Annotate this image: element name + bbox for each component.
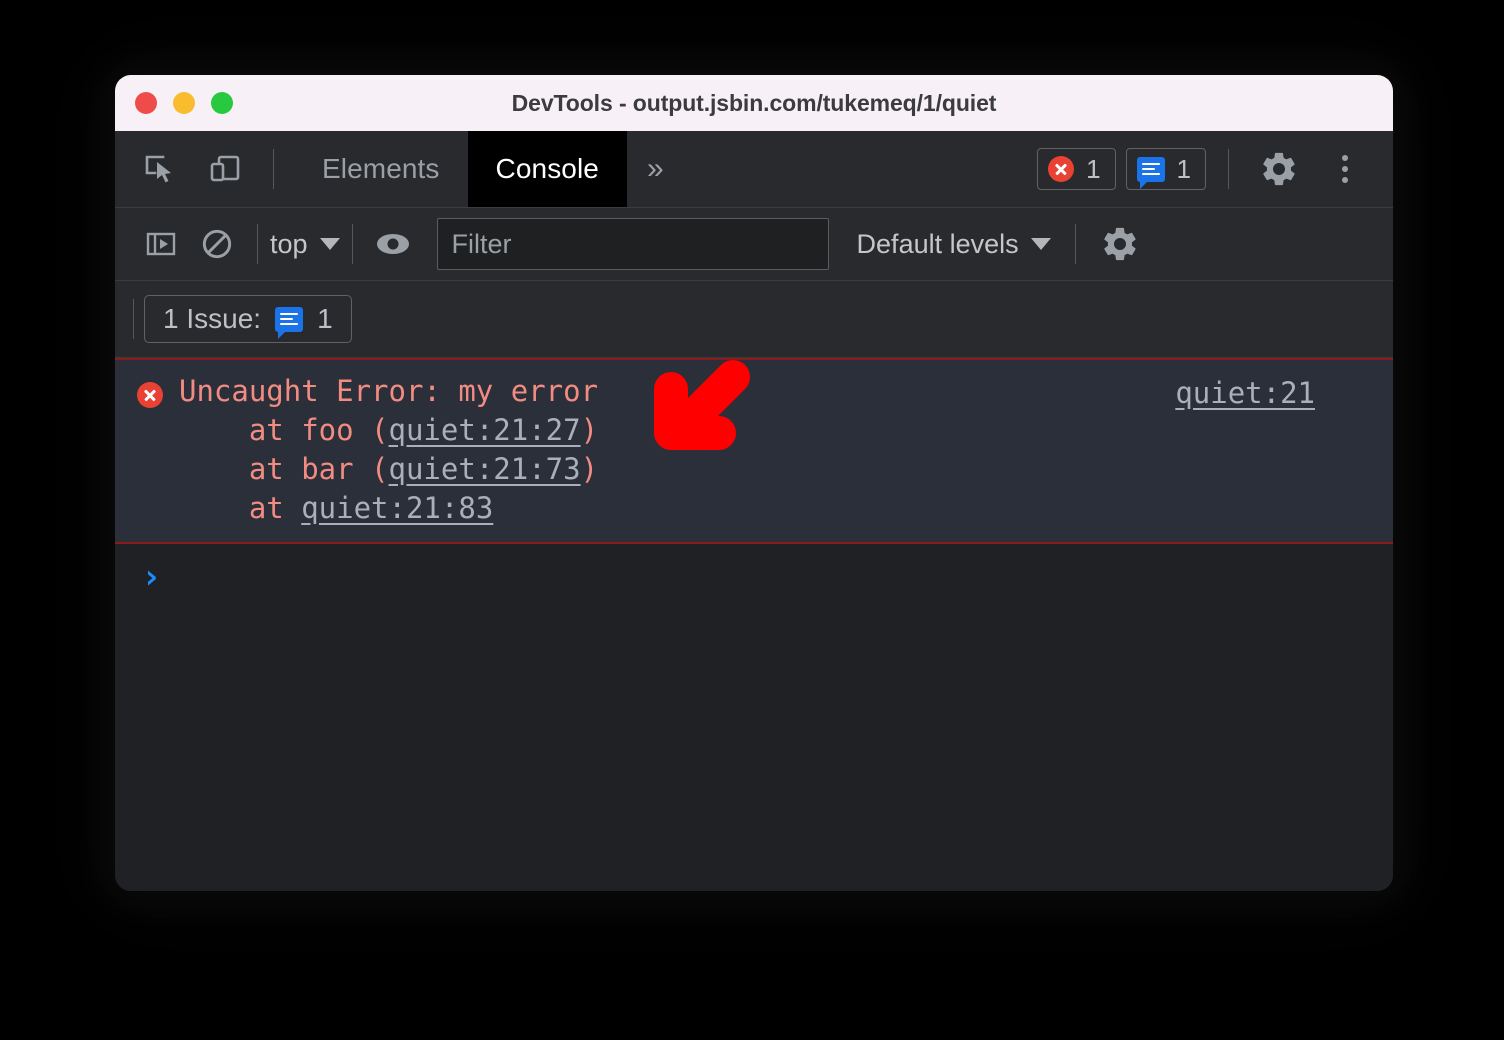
console-settings-button[interactable] [1092,216,1148,272]
device-toolbar-button[interactable] [197,141,253,197]
chevron-down-icon [1030,238,1051,250]
stack-frame-0-prefix: at foo ( [179,413,389,447]
gear-icon [1103,227,1136,261]
console-toolbar-divider-2 [351,224,353,264]
gear-icon [1263,152,1295,186]
execution-context-label: top [270,228,308,259]
stack-frame-1-suffix: ) [580,452,599,486]
console-toolbar-divider-1 [257,224,258,264]
console-error-text: Uncaught Error: my error at foo (quiet:2… [179,372,598,528]
devtools-menu-button[interactable] [1317,141,1373,197]
console-sidebar-icon [146,232,176,256]
log-level-selector[interactable]: Default levels [857,229,1051,260]
more-vertical-icon [1342,155,1348,183]
tab-console[interactable]: Console [467,131,627,207]
inspect-element-icon [145,155,171,183]
clear-console-icon [202,229,232,259]
clear-console-button[interactable] [189,216,245,272]
live-expression-icon [376,234,409,254]
zoom-window-button[interactable] [211,92,233,114]
stack-frame-1-prefix: at bar ( [179,452,389,486]
console-error-message[interactable]: Uncaught Error: my error at foo (quiet:2… [115,358,1393,544]
execution-context-selector[interactable]: top [270,229,340,260]
issues-summary-chip[interactable]: 1 Issue: 1 [144,295,352,343]
issue-bubble-icon [275,306,304,339]
log-level-label: Default levels [856,228,1019,259]
error-header: Uncaught Error: my error [179,374,599,408]
issue-bubble-icon [1136,156,1165,189]
console-prompt-row[interactable]: › [115,544,1393,594]
prompt-caret-icon: › [141,557,162,597]
toolbar-divider-right [1228,149,1229,189]
more-tabs-button[interactable]: » [627,131,684,207]
console-sidebar-toggle-button[interactable] [133,216,189,272]
devtools-tabbar: Elements Console » 1 1 [115,131,1393,208]
stack-frame-2-link[interactable]: quiet:21:83 [301,491,493,525]
issues-bar: 1 Issue: 1 [115,281,1393,358]
traffic-lights [135,92,233,114]
issue-count-badge[interactable]: 1 [1125,148,1206,190]
error-circle-icon [137,382,163,408]
error-circle-icon [1048,156,1075,182]
console-toolbar: top Default levels [115,208,1393,281]
issues-bar-divider [133,299,134,339]
chevron-down-icon [319,238,340,250]
console-filter-input[interactable] [436,218,829,270]
device-toolbar-icon [210,155,240,182]
issues-chip-count: 1 [317,303,333,334]
console-output-area: Uncaught Error: my error at foo (quiet:2… [115,358,1393,891]
window-title: DevTools - output.jsbin.com/tukemeq/1/qu… [511,89,997,116]
toolbar-divider [273,149,274,189]
close-window-button[interactable] [135,92,157,114]
stack-frame-0-link[interactable]: quiet:21:27 [389,413,581,447]
live-expression-button[interactable] [365,216,421,272]
tabbar-left-tools [115,131,286,207]
stack-frame-2-prefix: at [179,491,302,525]
issues-chip-label: 1 Issue: [163,303,262,334]
devtools-window: DevTools - output.jsbin.com/tukemeq/1/qu… [115,75,1393,891]
devtools-settings-button[interactable] [1251,141,1307,197]
stack-frame-1-link[interactable]: quiet:21:73 [389,452,581,486]
error-count-value: 1 [1086,154,1101,184]
window-titlebar: DevTools - output.jsbin.com/tukemeq/1/qu… [115,75,1393,131]
error-count-badge[interactable]: 1 [1037,148,1116,190]
tabbar-right-tools: 1 1 [1037,131,1393,207]
panel-tabs: Elements Console [294,131,627,207]
stack-frame-0-suffix: ) [580,413,599,447]
console-message-source-link[interactable]: quiet:21 [1175,376,1315,410]
console-toolbar-divider-3 [1074,224,1076,264]
tab-elements[interactable]: Elements [294,131,468,207]
issue-count-value: 1 [1176,154,1191,184]
inspect-element-button[interactable] [133,141,189,197]
minimize-window-button[interactable] [173,92,195,114]
annotation-arrow-icon [654,360,750,450]
